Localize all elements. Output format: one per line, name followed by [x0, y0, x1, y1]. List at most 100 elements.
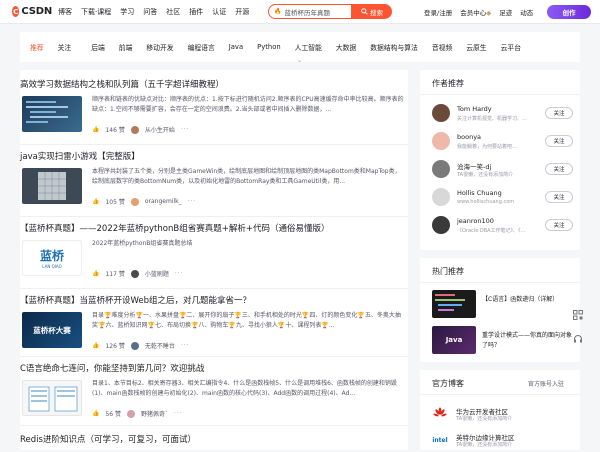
- more-icon[interactable]: ···: [175, 270, 184, 277]
- activity-link[interactable]: 动态: [520, 7, 533, 17]
- nav-qa[interactable]: 问答: [143, 7, 157, 17]
- top-nav: 博客 下载·课程 学习 问答 社区 插件 认证 开源: [58, 7, 249, 17]
- tab-follow[interactable]: 关注: [58, 42, 72, 52]
- author-avatar[interactable]: [432, 104, 450, 122]
- article-title[interactable]: Redis进阶知识点（可学习，可复习，可面试）: [20, 433, 196, 445]
- author-name[interactable]: jeanron100: [457, 217, 494, 225]
- tab-ai[interactable]: 人工智能: [295, 42, 322, 52]
- author-item[interactable]: boonya 我能躺着，为何要站着吧... 关注: [432, 132, 573, 154]
- author-name[interactable]: 无乾不睡台: [145, 341, 175, 350]
- login-link[interactable]: 登录/注册: [424, 7, 452, 17]
- hot-item[interactable]: 【C语言】函数递归（详解）: [432, 290, 572, 324]
- tab-frontend[interactable]: 前端: [119, 42, 133, 52]
- nav-opensource[interactable]: 开源: [235, 7, 249, 17]
- nav-download[interactable]: 下载·课程: [81, 7, 111, 17]
- author-name[interactable]: 小蓝刷题: [145, 269, 169, 278]
- more-icon[interactable]: ···: [181, 342, 190, 349]
- tab-java[interactable]: Java: [229, 43, 243, 51]
- headset-svg: [574, 335, 582, 343]
- tab-cloud[interactable]: 云平台: [501, 42, 521, 52]
- thumbs-up-icon[interactable]: 👍: [92, 342, 99, 349]
- hot-item-image[interactable]: [432, 290, 476, 318]
- official-join-link[interactable]: 官方账号入驻: [528, 379, 564, 388]
- thumbs-up-icon[interactable]: 👍: [92, 198, 99, 205]
- author-name[interactable]: orangemilk_: [145, 198, 182, 205]
- qr-code-icon[interactable]: [571, 308, 585, 322]
- headset-icon[interactable]: [571, 332, 585, 346]
- author-name[interactable]: Hollis Chuang: [457, 189, 502, 197]
- author-avatar[interactable]: [130, 341, 139, 350]
- author-avatar[interactable]: [432, 132, 450, 150]
- tab-mobile[interactable]: 移动开发: [146, 42, 173, 52]
- tab-python[interactable]: Python: [257, 43, 281, 51]
- nav-blog[interactable]: 博客: [58, 7, 72, 17]
- search-input[interactable]: 🔥 蓝桥杯历年真题: [268, 4, 352, 19]
- vip-center-link[interactable]: 会员中心◆: [460, 7, 491, 17]
- huawei-logo-icon[interactable]: [432, 406, 448, 422]
- official-item[interactable]: intel 英特尔边缘计算社区 TA很懒，还没有添加简介: [432, 430, 572, 452]
- chevron-down-icon[interactable]: ⌄: [297, 57, 302, 64]
- create-button[interactable]: 创作: [547, 5, 591, 19]
- article-thumbnail[interactable]: [22, 168, 82, 204]
- author-avatar[interactable]: [432, 216, 450, 234]
- hot-item-title[interactable]: 重学设计模式——你真的面向对象了吗？: [482, 331, 574, 351]
- tab-recommend[interactable]: 推荐: [30, 42, 44, 52]
- author-name[interactable]: 野猪佩奇`: [141, 409, 168, 418]
- article-thumbnail[interactable]: 蓝桥杯大赛: [22, 312, 82, 348]
- follow-button[interactable]: 关注: [545, 107, 573, 119]
- nav-community[interactable]: 社区: [166, 7, 180, 17]
- more-icon[interactable]: ···: [174, 410, 183, 417]
- search-button[interactable]: 搜索: [352, 4, 392, 19]
- article-thumbnail[interactable]: 蓝桥 LAN QIAO: [22, 240, 82, 276]
- footprint-link[interactable]: 足迹: [499, 7, 512, 17]
- tab-backend[interactable]: 后端: [91, 42, 105, 52]
- author-item[interactable]: Hollis Chuang www.hollischuang.com 关注: [432, 188, 573, 210]
- article-desc: 2022年蓝桥pythonB组省赛真题总结: [92, 240, 193, 247]
- follow-button[interactable]: 关注: [545, 135, 573, 147]
- hot-item-image[interactable]: Java: [432, 326, 476, 354]
- follow-button[interactable]: 关注: [545, 219, 573, 231]
- author-item[interactable]: 沧海一笑-dj TA很懒，还没有添加简介 关注: [432, 160, 573, 182]
- top-navbar: C CSDN 博客 下载·课程 学习 问答 社区 插件 认证 开源 🔥 蓝桥杯历…: [0, 0, 600, 24]
- author-avatar[interactable]: [432, 188, 450, 206]
- nav-learn[interactable]: 学习: [120, 7, 134, 17]
- more-icon[interactable]: ···: [188, 198, 197, 205]
- article-title[interactable]: java实现扫雷小游戏【完整版】: [20, 150, 140, 162]
- author-avatar[interactable]: [432, 160, 450, 178]
- hot-item-title[interactable]: 【C语言】函数递归（详解）: [482, 295, 574, 305]
- nav-plugin[interactable]: 插件: [189, 7, 203, 17]
- intel-logo-icon[interactable]: intel: [432, 432, 448, 448]
- author-name[interactable]: Tom Hardy: [457, 105, 492, 113]
- author-item[interactable]: Tom Hardy 关注计算机视觉、机器学习、... 关注: [432, 104, 573, 126]
- thumbs-up-icon[interactable]: 👍: [92, 126, 99, 133]
- author-name[interactable]: boonya: [457, 133, 481, 141]
- article-title[interactable]: 【蓝桥杯真题】当蓝桥杯开设Web组之后，对几题能拿省一？: [20, 294, 251, 306]
- article-title[interactable]: C语言绝命七连问，你能坚持到第几问？欢迎挑战: [20, 362, 204, 374]
- author-item[interactable]: jeanron100 《Oracle DBA工作笔记》、《... 关注: [432, 216, 573, 238]
- official-item[interactable]: 华为云开发者社区 TA很懒，还没有添加简介: [432, 404, 572, 426]
- thumbs-up-icon[interactable]: 👍: [92, 410, 99, 417]
- hot-item[interactable]: Java 重学设计模式——你真的面向对象了吗？: [432, 326, 572, 360]
- author-avatar[interactable]: [130, 269, 139, 278]
- csdn-logo[interactable]: C CSDN: [12, 5, 52, 19]
- more-icon[interactable]: ···: [181, 126, 190, 133]
- tab-cloudnative[interactable]: 云原生: [466, 42, 486, 52]
- tab-lang[interactable]: 编程语言: [188, 42, 215, 52]
- follow-button[interactable]: 关注: [545, 191, 573, 203]
- author-name[interactable]: 从小生开始: [145, 125, 175, 134]
- nav-cert[interactable]: 认证: [212, 7, 226, 17]
- thumbs-up-icon[interactable]: 👍: [92, 270, 99, 277]
- article-thumbnail[interactable]: [22, 380, 82, 416]
- author-avatar[interactable]: [130, 125, 139, 134]
- article-title[interactable]: 高效学习数据结构之栈和队列篇（五千字超详细教程）: [20, 78, 224, 90]
- tab-bigdata[interactable]: 大数据: [336, 42, 356, 52]
- tab-algo[interactable]: 数据结构与算法: [370, 42, 418, 52]
- author-name[interactable]: 沧海一笑-dj: [457, 161, 491, 171]
- author-desc: www.hollischuang.com: [457, 199, 515, 205]
- author-avatar[interactable]: [130, 197, 139, 206]
- follow-button[interactable]: 关注: [545, 163, 573, 175]
- author-avatar[interactable]: [127, 409, 136, 418]
- tab-media[interactable]: 音视频: [432, 42, 452, 52]
- article-thumbnail[interactable]: [22, 96, 82, 132]
- article-title[interactable]: 【蓝桥杯真题】——2022年蓝桥pythonB组省赛真题+解析+代码（通俗易懂版…: [20, 222, 329, 234]
